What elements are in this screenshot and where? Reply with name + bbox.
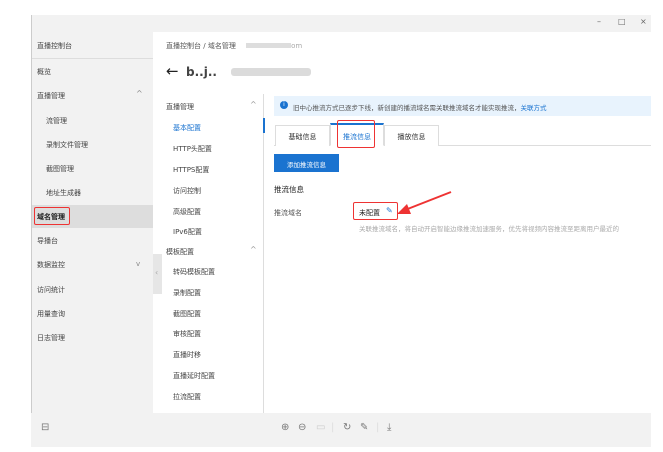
breadcrumb-domain: om (291, 42, 303, 50)
breadcrumb-root[interactable]: 直播控制台 (166, 42, 201, 50)
submenu-item-https[interactable]: HTTPS配置 (173, 165, 209, 175)
submenu-item-http-header[interactable]: HTTP头配置 (173, 144, 212, 154)
sidebar-item-logs[interactable]: 日志管理 (37, 333, 65, 343)
sidebar-item-overview[interactable]: 概览 (37, 67, 51, 77)
add-push-info-button[interactable]: 添加推流信息 (274, 154, 339, 172)
bottom-toolbar: ⊟ ⊕ ⊖ ▭ | ↻ ✎ | ⤓ (31, 413, 651, 447)
push-domain-label: 推流域名 (274, 209, 302, 217)
sidebar-item-director[interactable]: 导播台 (37, 236, 58, 246)
notice-banner: i 旧中心推流方式已逐步下线，新创建的播流域名需关联推流域名才能实现推流，关联方… (274, 96, 651, 116)
submenu-item-access-control[interactable]: 访问控制 (173, 186, 201, 196)
blurred-domain (246, 43, 292, 48)
tab-play-info[interactable]: 播放信息 (384, 125, 439, 146)
submenu-item-pull[interactable]: 拉流配置 (173, 392, 201, 402)
submenu-group-template[interactable]: 模板配置 (166, 247, 194, 257)
chevron-down-icon: v (136, 260, 141, 268)
chevron-up-icon: ^ (250, 245, 257, 254)
submenu-item-basic[interactable]: 基本配置 (173, 123, 201, 133)
main-panel: 直播控制台 / 域名管理 om ← b..j.. 直播管理 ^ 基本配置 HTT… (153, 32, 651, 413)
pencil-icon[interactable]: ✎ (360, 422, 368, 433)
submenu-item-timeshift[interactable]: 直播时移 (173, 350, 201, 360)
notice-link[interactable]: 关联方式 (521, 104, 547, 112)
page-title: b..j.. (186, 65, 217, 79)
sidebar-item-url-generator[interactable]: 地址生成器 (46, 188, 81, 198)
divider: | (376, 422, 380, 433)
actual-size-icon[interactable]: ▭ (316, 422, 325, 433)
submenu-item-transcode[interactable]: 转码模板配置 (173, 267, 215, 277)
tab-basic-info[interactable]: 基础信息 (275, 125, 330, 146)
close-button[interactable]: × (640, 17, 647, 26)
download-icon[interactable]: ⤓ (387, 422, 391, 433)
submenu: 直播管理 ^ 基本配置 HTTP头配置 HTTPS配置 访问控制 高级配置 IP… (153, 94, 264, 413)
sidebar-item-live-management[interactable]: 直播管理 (37, 91, 65, 101)
breadcrumb-separator: / (203, 42, 206, 50)
sidebar-item-recordings[interactable]: 录制文件管理 (46, 140, 88, 150)
chevron-up-icon: ^ (250, 100, 257, 109)
sidebar-item-screenshots[interactable]: 截图管理 (46, 164, 74, 174)
annotation-arrow (397, 191, 452, 214)
page-title-blurred (231, 68, 311, 76)
submenu-item-ipv6[interactable]: IPv6配置 (173, 227, 202, 237)
info-icon: i (280, 101, 288, 109)
chevron-up-icon: ^ (136, 89, 143, 98)
back-arrow-icon[interactable]: ← (166, 62, 179, 80)
notice-text: 旧中心推流方式已逐步下线，新创建的播流域名需关联推流域名才能实现推流， (293, 104, 521, 112)
submenu-item-advanced[interactable]: 高级配置 (173, 207, 201, 217)
breadcrumb: 直播控制台 / 域名管理 om (166, 41, 302, 51)
sidebar-item-usage[interactable]: 用量查询 (37, 309, 65, 319)
sidebar-item-streams[interactable]: 流管理 (46, 116, 67, 126)
rotate-icon[interactable]: ↻ (343, 422, 351, 433)
submenu-group-live[interactable]: 直播管理 (166, 102, 194, 112)
collapse-handle[interactable]: ‹ (153, 254, 162, 294)
zoom-in-icon[interactable]: ⊕ (281, 422, 289, 433)
push-domain-hint: 关联推流域名，将自动开启智能边缘推流加速服务，优先将视频内容推流至距离用户最近的 (359, 225, 619, 233)
submenu-item-review[interactable]: 审核配置 (173, 329, 201, 339)
panel-icon[interactable]: ⊟ (41, 422, 49, 433)
submenu-item-record[interactable]: 录制配置 (173, 288, 201, 298)
maximize-button[interactable]: □ (618, 17, 626, 26)
sidebar-title: 直播控制台 (37, 42, 72, 50)
breadcrumb-current[interactable]: 域名管理 (208, 42, 236, 50)
section-title: 推流信息 (274, 185, 304, 194)
submenu-item-screenshot[interactable]: 截图配置 (173, 309, 201, 319)
sidebar-item-monitoring[interactable]: 数据监控 (37, 260, 65, 270)
zoom-out-icon[interactable]: ⊖ (298, 422, 306, 433)
divider: | (331, 422, 335, 433)
sidebar: 直播控制台 概览 直播管理 ^ 流管理 录制文件管理 截图管理 地址生成器 域名… (32, 32, 153, 413)
submenu-item-delay[interactable]: 直播延时配置 (173, 371, 215, 381)
minimize-button[interactable]: – (597, 17, 601, 26)
sidebar-item-access-stats[interactable]: 访问统计 (37, 285, 65, 295)
